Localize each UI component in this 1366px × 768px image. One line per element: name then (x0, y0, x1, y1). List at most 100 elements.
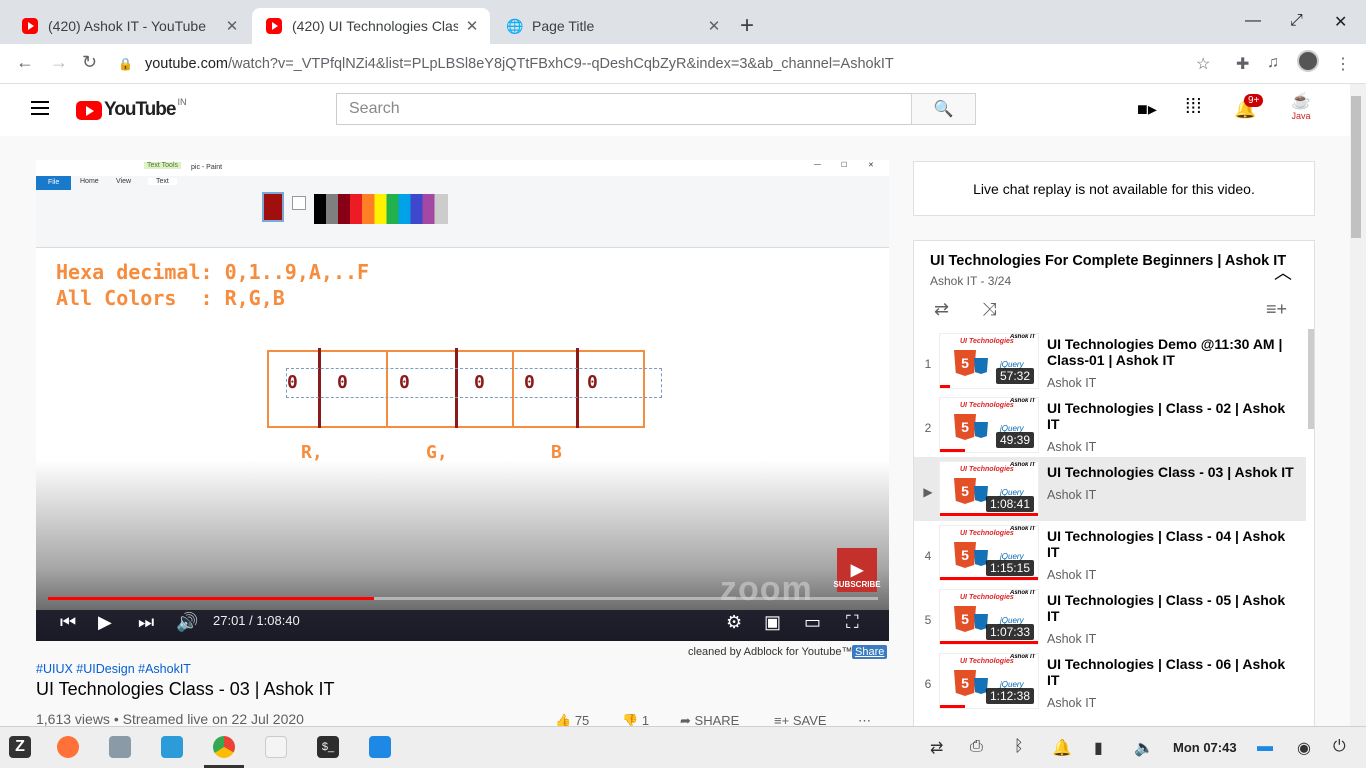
network-transfer-icon[interactable]: ⇄ (930, 738, 943, 758)
paint-close-icon: ✕ (868, 162, 874, 169)
next-icon[interactable]: ⏭ (138, 612, 154, 633)
playlist-item-title[interactable]: UI Technologies Demo @11:30 AM | Class-0… (1047, 336, 1297, 368)
playlist-item[interactable]: 6 UI Technologies Ashok IT 5 jQuery 1:12:38 UI… (914, 649, 1306, 713)
search-icon: 🔍 (933, 101, 954, 118)
chrome-icon[interactable] (213, 736, 235, 758)
browser-tab-ashok-it[interactable]: (420) Ashok IT - YouTube ✕ (8, 8, 250, 44)
software-store-icon[interactable] (161, 736, 183, 758)
save-playlist-icon[interactable]: ≡+ (1266, 299, 1287, 320)
playlist-item-title[interactable]: UI Technologies Class - 03 | Ashok IT (1047, 464, 1297, 480)
video-duration: 1:08:41 (985, 496, 1034, 512)
video-hashtags[interactable]: #UIUX #UIDesign #AshokIT (36, 662, 191, 676)
playlist-item-index: 6 (924, 677, 932, 691)
chevron-up-icon[interactable]: ︿ (1274, 259, 1292, 285)
apps-grid-icon[interactable]: ⁞⁞⁞ (1185, 96, 1202, 119)
bookmark-star-icon[interactable]: ☆ (1196, 54, 1210, 74)
browser-tab-ui-class-03[interactable]: (420) UI Technologies Class - 03 | Ashok… (252, 8, 490, 44)
browser-menu-icon[interactable]: ⋮ (1335, 54, 1351, 74)
window-close-icon[interactable]: ✕ (1334, 12, 1347, 32)
video-player[interactable]: Text Tools pic - Paint — ☐ ✕ File Home V… (36, 160, 889, 641)
close-icon[interactable]: ✕ (464, 17, 480, 35)
firefox-icon[interactable] (57, 736, 79, 758)
forward-arrow-icon[interactable]: → (50, 52, 68, 73)
playlist-scrollbar[interactable] (1308, 329, 1314, 429)
playlist-title[interactable]: UI Technologies For Complete Beginners |… (930, 253, 1286, 269)
printer-icon[interactable]: ⎙ (970, 738, 983, 756)
page-scrollbar-thumb[interactable] (1351, 96, 1361, 238)
thumbnail-author: Ashok IT (1010, 526, 1036, 532)
chrome-tray-icon[interactable]: ◉ (1297, 738, 1311, 758)
minimize-icon[interactable]: — (1245, 12, 1261, 30)
loop-icon[interactable]: ⇄ (934, 299, 949, 320)
volume-icon[interactable]: 🔊 (176, 612, 198, 633)
clipboard-icon[interactable]: ▮ (1094, 738, 1103, 758)
create-video-icon[interactable]: ■▸ (1137, 99, 1157, 120)
search-input[interactable]: Search (336, 93, 912, 125)
new-tab-plus-icon[interactable]: + (740, 12, 754, 40)
terminal-icon[interactable]: $_ (317, 736, 339, 758)
playlist-item-title[interactable]: UI Technologies | Class - 05 | Ashok IT (1047, 592, 1297, 624)
playlist-item-title[interactable]: UI Technologies | Class - 02 | Ashok IT (1047, 400, 1297, 432)
notification-bell-icon[interactable]: 🔔 (1052, 738, 1072, 758)
vscode-icon[interactable] (369, 736, 391, 758)
avatar-label: Java (1291, 111, 1311, 121)
playlist-item-thumbnail[interactable]: UI Technologies Ashok IT 5 jQuery 57:32 (939, 333, 1039, 389)
account-avatar[interactable]: ☕ Java (1286, 93, 1316, 125)
profile-avatar[interactable] (1297, 50, 1319, 72)
play-button-icon[interactable]: ▶ (98, 612, 112, 633)
playlist-item[interactable]: ▶ UI Technologies Ashok IT 5 jQuery 1:08:41 UI… (914, 457, 1306, 521)
playlist-item-thumbnail[interactable]: UI Technologies Ashok IT 5 jQuery 1:12:38 (939, 653, 1039, 709)
reload-icon[interactable]: ↻ (82, 52, 97, 73)
ribbon-tab-text: Text (148, 178, 177, 185)
playlist-item-thumbnail[interactable]: UI Technologies Ashok IT 5 jQuery 1:08:41 (939, 461, 1039, 517)
playlist-item-thumbnail[interactable]: UI Technologies Ashok IT 5 jQuery 1:07:33 (939, 589, 1039, 645)
playlist-item[interactable]: 2 UI Technologies Ashok IT 5 jQuery 49:39 UI T… (914, 393, 1306, 457)
volume-tray-icon[interactable]: 🔈 (1134, 738, 1154, 758)
extensions-puzzle-icon[interactable]: ✚ (1236, 54, 1249, 74)
close-icon[interactable]: ✕ (706, 17, 722, 35)
system-clock[interactable]: Mon 07:43 (1173, 740, 1237, 755)
close-icon[interactable]: ✕ (224, 17, 240, 35)
display-icon[interactable]: ▬ (1257, 738, 1273, 756)
back-arrow-icon[interactable]: ← (16, 52, 34, 73)
playlist-item-thumbnail[interactable]: UI Technologies Ashok IT 5 jQuery 49:39 (939, 397, 1039, 453)
zoom-watermark: zoom (720, 570, 813, 608)
country-code: IN (177, 97, 187, 107)
previous-icon[interactable]: ⏮ (60, 612, 76, 633)
miniplayer-icon[interactable]: ▣ (764, 612, 781, 633)
playlist-item-title[interactable]: UI Technologies | Class - 04 | Ashok IT (1047, 528, 1297, 560)
zorin-menu-icon[interactable]: Z (9, 736, 31, 758)
playlist-item-index: 1 (924, 357, 932, 371)
browser-tab-page-title[interactable]: 🌐 Page Title ✕ (492, 8, 732, 44)
youtube-play-icon (76, 100, 102, 120)
ribbon-context-label: Text Tools (144, 162, 181, 169)
address-bar[interactable]: 🔒 youtube.com/watch?v=_VTPfqlNZi4&list=P… (118, 49, 1228, 79)
restore-icon[interactable]: ⤢ (1290, 12, 1303, 30)
ribbon-tab-file: File (36, 176, 71, 190)
playlist-item-title[interactable]: UI Technologies | Class - 06 | Ashok IT (1047, 656, 1297, 688)
notification-count-badge: 9+ (1244, 94, 1264, 107)
shuffle-icon[interactable]: ⤨ (982, 299, 996, 320)
playlist-item[interactable]: 4 UI Technologies Ashok IT 5 jQuery 1:15:15 UI… (914, 521, 1306, 585)
bluetooth-icon[interactable]: ᛒ (1014, 738, 1024, 756)
settings-gear-icon[interactable]: ⚙ (726, 612, 742, 633)
video-duration: 1:15:15 (985, 560, 1034, 576)
tab-title: (420) UI Technologies Class - 03 | Ashok… (292, 18, 458, 34)
playlist-item[interactable]: 5 UI Technologies Ashok IT 5 jQuery 1:07:33 UI… (914, 585, 1306, 649)
media-queue-icon[interactable]: ♫ (1267, 54, 1279, 72)
subscribe-watermark[interactable]: ▶ SUBSCRIBE (833, 548, 881, 592)
playlist-item-index: 4 (924, 549, 932, 563)
playlist-item[interactable]: 1 UI Technologies Ashok IT 5 jQuery 57:32 UI T… (914, 329, 1306, 393)
theater-mode-icon[interactable]: ▭ (804, 612, 821, 633)
document-viewer-icon[interactable] (265, 736, 287, 758)
hamburger-menu-icon[interactable] (31, 101, 49, 119)
playlist-item-thumbnail[interactable]: UI Technologies Ashok IT 5 jQuery 1:15:15 (939, 525, 1039, 581)
power-icon[interactable]: ⏻ (1333, 738, 1346, 756)
youtube-logo[interactable]: YouTube IN (76, 97, 187, 121)
html5-logo-icon: 5 (954, 414, 976, 440)
fullscreen-icon[interactable]: ⛶ (846, 612, 859, 633)
files-icon[interactable] (109, 736, 131, 758)
search-button[interactable]: 🔍 (911, 93, 976, 125)
adblock-share-button[interactable]: Share (852, 645, 888, 659)
video-duration: 49:39 (995, 432, 1034, 448)
